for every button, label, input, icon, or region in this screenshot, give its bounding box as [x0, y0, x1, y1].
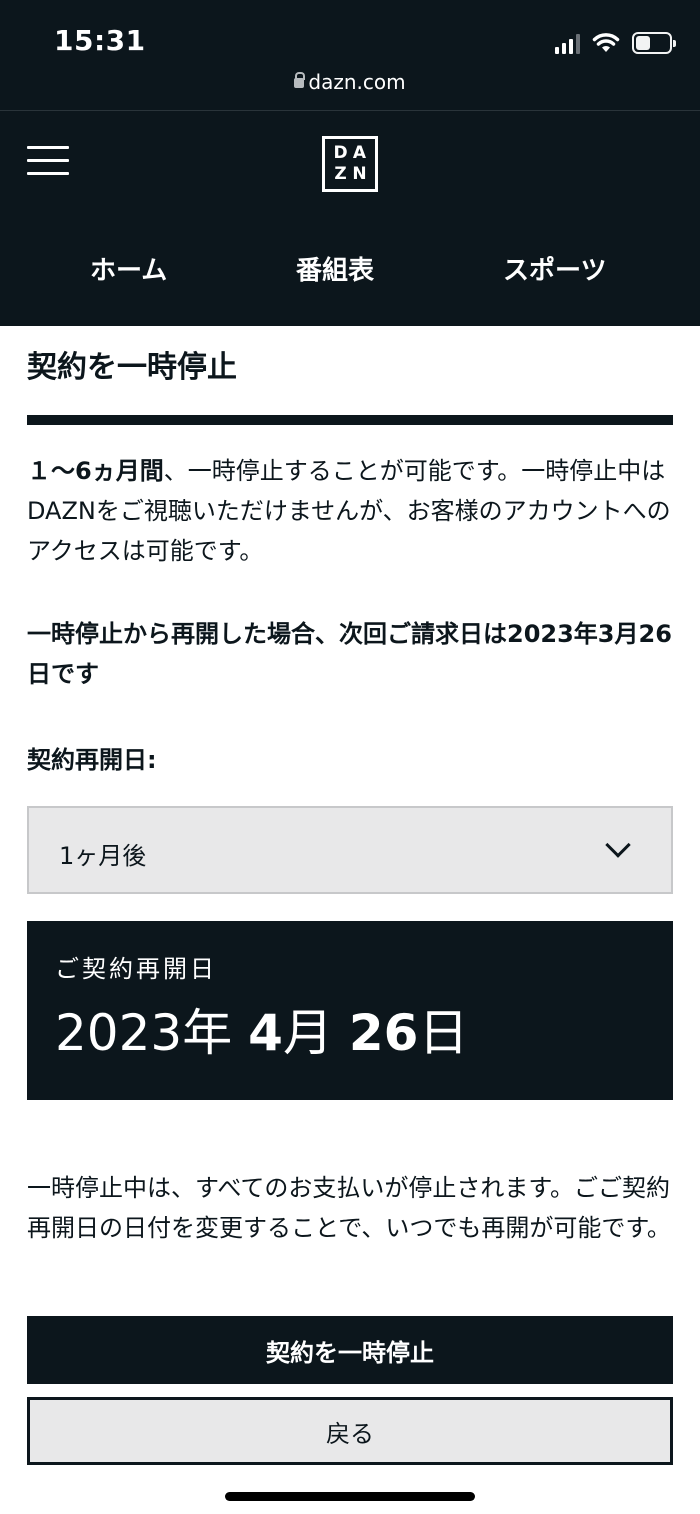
select-value: 1ヶ月後 [59, 842, 147, 870]
url-bar[interactable]: dazn.com [0, 70, 700, 94]
menu-icon[interactable] [27, 146, 69, 176]
url-text: dazn.com [308, 70, 406, 94]
footer-note: 一時停止中は、すべてのお支払いが停止されます。ごご契約再開日の日付を変更すること… [27, 1174, 671, 1242]
status-icons [555, 30, 676, 54]
intro-bold: １〜6ヵ月間 [27, 457, 164, 485]
resume-date: 2023年 4月 26日 [55, 1004, 469, 1062]
lock-icon [294, 72, 306, 88]
page-title: 契約を一時停止 [27, 350, 237, 385]
wifi-icon [592, 33, 620, 52]
battery-icon [632, 32, 676, 54]
dazn-logo[interactable]: D A Z N [322, 136, 378, 192]
top-bar: 15:31 dazn.com D A Z N ホーム 番組表 スポーツ [0, 0, 700, 326]
nav-sports[interactable]: スポーツ [503, 250, 606, 287]
nav-schedule[interactable]: 番組表 [296, 250, 374, 287]
billing-note: 一時停止から再開した場合、次回ご請求日は2023年3月26日です [27, 620, 672, 688]
pause-subscription-button[interactable]: 契約を一時停止 [27, 1316, 673, 1384]
resume-date-card: ご契約再開日 2023年 4月 26日 [27, 921, 673, 1100]
back-button[interactable]: 戻る [27, 1397, 673, 1465]
header-divider [0, 110, 700, 111]
intro-text: １〜6ヵ月間、一時停止することが可能です。一時停止中はDAZNをご視聴いただけま… [27, 451, 675, 571]
resume-period-select[interactable]: 1ヶ月後 [27, 806, 673, 894]
title-rule [27, 415, 673, 425]
status-time: 15:31 [54, 24, 146, 57]
chevron-down-icon [605, 832, 631, 858]
main-nav: ホーム 番組表 スポーツ [0, 250, 700, 294]
home-indicator[interactable] [225, 1492, 475, 1501]
cellular-signal-icon [555, 34, 580, 54]
resume-card-label: ご契約再開日 [55, 955, 217, 983]
resume-date-label: 契約再開日: [27, 746, 157, 774]
nav-home[interactable]: ホーム [90, 250, 167, 287]
